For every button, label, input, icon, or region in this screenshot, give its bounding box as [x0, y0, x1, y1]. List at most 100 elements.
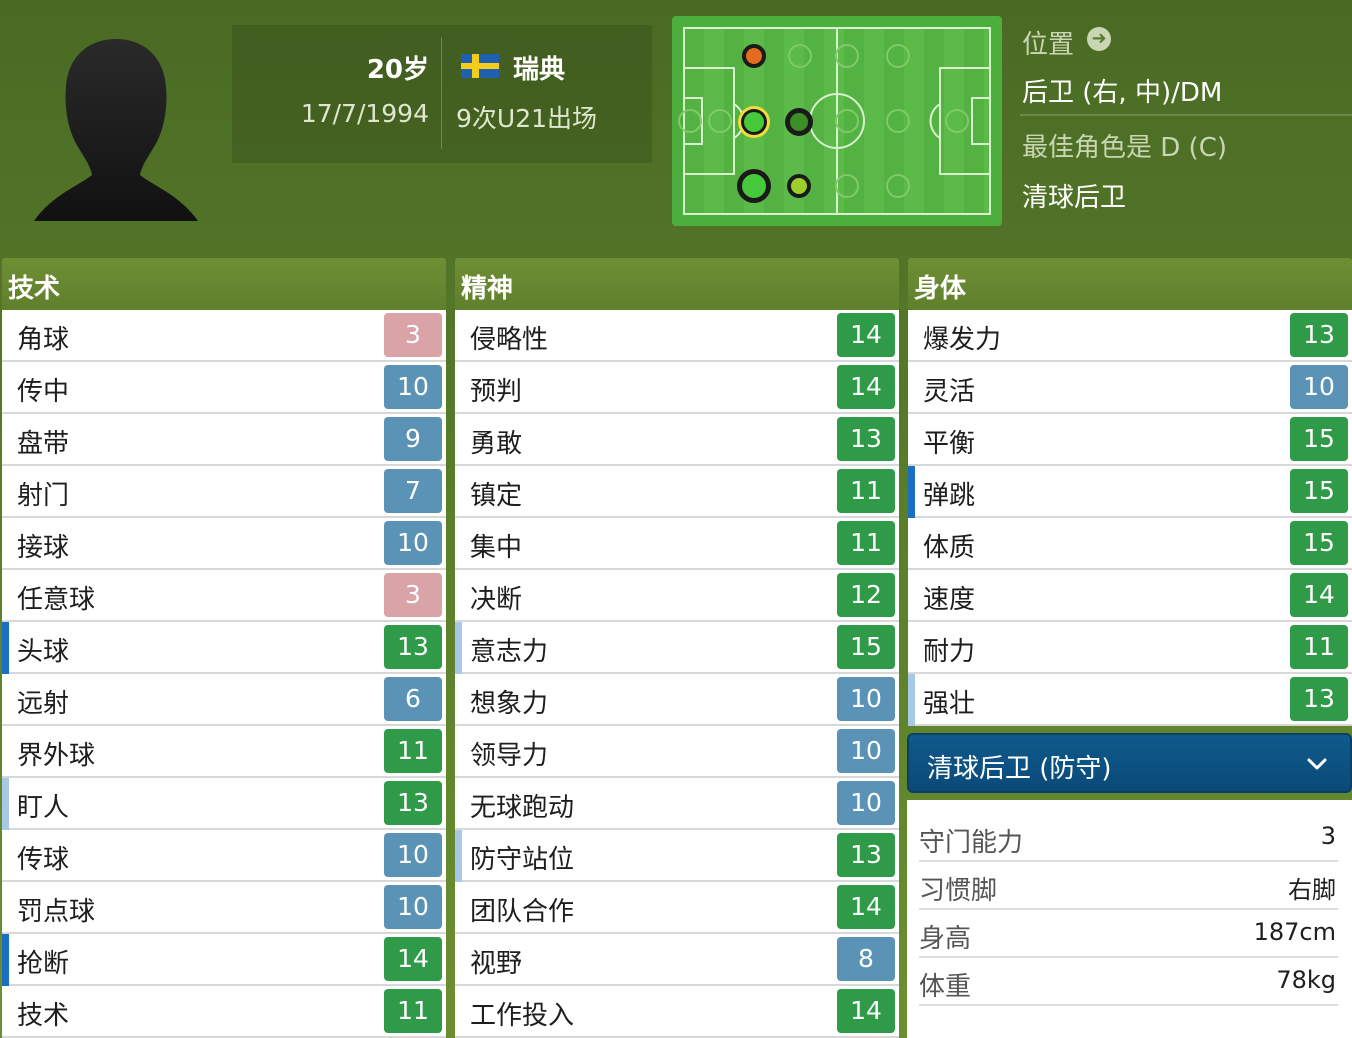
- preferable-attribute-marker: [455, 830, 462, 882]
- player-details: 守门能力 3 习惯脚 右脚身高 187cm 体重 78kg: [907, 800, 1352, 1038]
- role-dropdown[interactable]: 清球后卫 (防守): [907, 733, 1352, 793]
- best-role-value: 清球后卫: [1022, 183, 1127, 213]
- attribute-value: 10: [837, 729, 895, 773]
- attribute-value: 8: [837, 937, 895, 981]
- attribute-row[interactable]: 集中 11: [455, 518, 899, 570]
- attribute-row[interactable]: 爆发力 13: [908, 310, 1352, 362]
- attribute-row[interactable]: 角球 3: [2, 310, 446, 362]
- role-dropdown-value: 清球后卫 (防守): [927, 754, 1112, 784]
- divider: [1020, 114, 1352, 116]
- attribute-label: 决断: [470, 585, 523, 615]
- attribute-label: 工作投入: [470, 1001, 575, 1031]
- attribute-row[interactable]: 盘带 9: [2, 414, 446, 466]
- attribute-row[interactable]: 意志力 15: [455, 622, 899, 674]
- attribute-row[interactable]: 传球 10: [2, 830, 446, 882]
- attribute-row[interactable]: 决断 12: [455, 570, 899, 622]
- attribute-row[interactable]: 勇敢 13: [455, 414, 899, 466]
- player-dob: 17/7/1994: [300, 99, 429, 128]
- attribute-row[interactable]: 侵略性 14: [455, 310, 899, 362]
- attribute-row[interactable]: 强壮 13: [908, 674, 1352, 726]
- attribute-row[interactable]: 团队合作 14: [455, 882, 899, 934]
- attribute-row[interactable]: 工作投入 14: [455, 986, 899, 1038]
- attribute-label: 耐力: [923, 637, 976, 667]
- attribute-label: 界外球: [17, 741, 96, 771]
- attribute-value: 13: [384, 625, 442, 669]
- attribute-row[interactable]: 弹跳 15: [908, 466, 1352, 518]
- attribute-value: 10: [837, 781, 895, 825]
- detail-value: 78kg: [1276, 966, 1336, 994]
- attribute-label: 灵活: [923, 377, 976, 407]
- position-value: 后卫 (右, 中)/DM: [1022, 78, 1223, 108]
- attribute-value: 14: [837, 365, 895, 409]
- detail-row: 身高 187cm: [919, 910, 1338, 958]
- detail-label: 习惯脚: [919, 876, 998, 906]
- physical-panel: 身体 爆发力 13 灵活 10 平衡 15 弹跳 15 体质 15 速度 14 耐力 11 强壮 13: [908, 258, 1352, 726]
- position-dot-gk-orange: [742, 44, 766, 68]
- attribute-value: 10: [837, 677, 895, 721]
- attribute-row[interactable]: 传中 10: [2, 362, 446, 414]
- attribute-value: 13: [384, 781, 442, 825]
- attribute-label: 侵略性: [470, 325, 549, 355]
- attribute-row[interactable]: 灵活 10: [908, 362, 1352, 414]
- attribute-row[interactable]: 头球 13: [2, 622, 446, 674]
- attribute-label: 弹跳: [923, 481, 976, 511]
- best-role-label: 最佳角色是 D (C): [1022, 133, 1227, 163]
- physical-title: 身体: [908, 258, 1352, 310]
- attribute-value: 15: [837, 625, 895, 669]
- attribute-row[interactable]: 盯人 13: [2, 778, 446, 830]
- attribute-value: 11: [837, 469, 895, 513]
- attribute-label: 防守站位: [470, 845, 575, 875]
- attribute-row[interactable]: 镇定 11: [455, 466, 899, 518]
- attribute-row[interactable]: 射门 7: [2, 466, 446, 518]
- attribute-value: 10: [384, 521, 442, 565]
- attribute-row[interactable]: 速度 14: [908, 570, 1352, 622]
- sweden-flag-icon[interactable]: [461, 54, 499, 78]
- arrow-right-icon[interactable]: ➜: [1087, 27, 1111, 51]
- detail-value: 右脚: [1288, 876, 1336, 904]
- key-attribute-marker: [2, 622, 9, 674]
- attribute-row[interactable]: 预判 14: [455, 362, 899, 414]
- preferable-attribute-marker: [455, 622, 462, 674]
- attribute-value: 11: [837, 521, 895, 565]
- attribute-label: 技术: [17, 1001, 70, 1031]
- attribute-row[interactable]: 平衡 15: [908, 414, 1352, 466]
- detail-label: 体重: [919, 972, 972, 1002]
- position-info: 位置 ➜ 后卫 (右, 中)/DM 最佳角色是 D (C) 清球后卫: [1020, 0, 1352, 242]
- attribute-value: 14: [837, 885, 895, 929]
- attribute-label: 意志力: [470, 637, 549, 667]
- position-title: 位置: [1022, 30, 1075, 60]
- attribute-row[interactable]: 视野 8: [455, 934, 899, 986]
- attribute-row[interactable]: 技术 11: [2, 986, 446, 1038]
- attribute-row[interactable]: 想象力 10: [455, 674, 899, 726]
- attribute-value: 13: [837, 417, 895, 461]
- attribute-label: 头球: [17, 637, 70, 667]
- attribute-label: 任意球: [17, 585, 96, 615]
- attribute-value: 14: [837, 313, 895, 357]
- attribute-label: 角球: [17, 325, 70, 355]
- detail-row: 守门能力 3: [919, 814, 1338, 862]
- detail-value: 3: [1320, 822, 1336, 850]
- player-nationality[interactable]: 瑞典: [513, 49, 565, 86]
- attribute-label: 体质: [923, 533, 976, 563]
- attribute-label: 镇定: [470, 481, 523, 511]
- attribute-label: 爆发力: [923, 325, 1002, 355]
- attribute-row[interactable]: 领导力 10: [455, 726, 899, 778]
- attribute-row[interactable]: 罚点球 10: [2, 882, 446, 934]
- attribute-row[interactable]: 防守站位 13: [455, 830, 899, 882]
- attribute-value: 14: [384, 937, 442, 981]
- attribute-row[interactable]: 无球跑动 10: [455, 778, 899, 830]
- attribute-row[interactable]: 抢断 14: [2, 934, 446, 986]
- attribute-label: 平衡: [923, 429, 976, 459]
- attribute-row[interactable]: 体质 15: [908, 518, 1352, 570]
- attribute-row[interactable]: 接球 10: [2, 518, 446, 570]
- attribute-row[interactable]: 任意球 3: [2, 570, 446, 622]
- attribute-row[interactable]: 界外球 11: [2, 726, 446, 778]
- mental-panel: 精神 侵略性 14 预判 14 勇敢 13 镇定 11 集中 11 决断 12 意志力 15 想象力 10 领导…: [455, 258, 899, 1038]
- attribute-label: 团队合作: [470, 897, 575, 927]
- attribute-label: 盯人: [17, 793, 70, 823]
- attribute-row[interactable]: 远射 6: [2, 674, 446, 726]
- attribute-value: 15: [1290, 417, 1348, 461]
- attribute-value: 11: [1290, 625, 1348, 669]
- attribute-row[interactable]: 耐力 11: [908, 622, 1352, 674]
- detail-row: 体重 78kg: [919, 958, 1338, 1006]
